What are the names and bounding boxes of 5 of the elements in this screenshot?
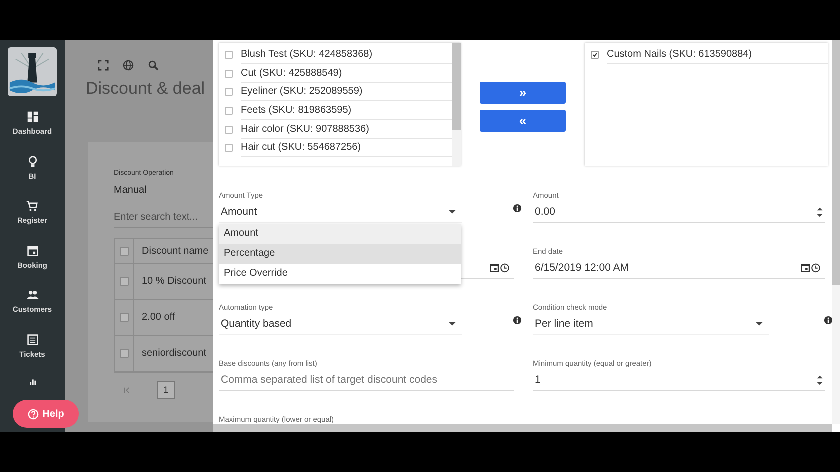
table-cell-text: seniordiscount [141, 347, 206, 361]
column-header: Discount name [141, 244, 209, 258]
page-title: Discount & deal [86, 78, 206, 100]
table-cell-text: 10 % Discount [141, 275, 206, 289]
table-cell-text: 2.00 off [141, 311, 176, 325]
